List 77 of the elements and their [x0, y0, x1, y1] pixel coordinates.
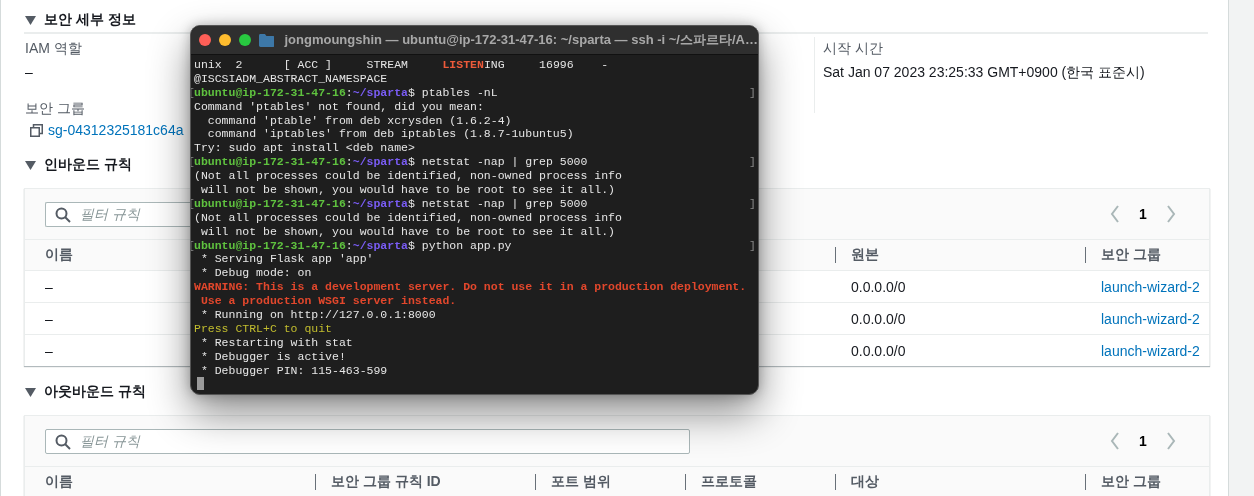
field-value: Sat Jan 07 2023 23:25:33 GMT+0900 (한국 표준시)	[823, 63, 1145, 82]
prompt-mark: ]	[749, 196, 756, 211]
terminal-line: @ISCSIADM_ABSTRACT_NAMESPACE	[194, 71, 388, 85]
zoom-button[interactable]	[238, 34, 251, 46]
minimize-button[interactable]	[218, 34, 231, 46]
column-header[interactable]: 원본	[835, 247, 879, 263]
prompt-mark: [	[191, 196, 195, 211]
prompt-mark: ]	[749, 155, 756, 170]
field-label: IAM 역할	[25, 39, 82, 58]
field-label: 시작 시간	[823, 39, 883, 58]
terminal-line: WARNING: This is a development server. Do not use it in a production deployment.	[194, 280, 747, 294]
column-header[interactable]: 보안 그룹	[1085, 474, 1161, 490]
window-title: jongmoungshin — ubuntu@ip-172-31-47-16: ~/sparta — ssh -i ~/스파르타/A…	[284, 31, 758, 49]
copy-icon[interactable]	[30, 123, 43, 137]
table-cell: 0.0.0.0/0	[851, 278, 906, 295]
terminal-line: ubuntu@ip-172-31-47-16:~/sparta$ python app.py	[194, 238, 512, 252]
section-title: 보안 세부 정보	[44, 11, 136, 29]
table-cell: –	[45, 310, 53, 327]
folder-icon	[258, 33, 275, 47]
column-header[interactable]: 보안 그룹 규칙 ID	[315, 474, 441, 490]
prompt-mark: [	[191, 155, 195, 170]
terminal-line: * Serving Flask app 'app'	[199, 252, 374, 266]
terminal-line: * Debugger is active!	[199, 349, 346, 363]
terminal-line: * Running on http://127.0.0.1:8000	[199, 308, 436, 322]
terminal-line: unix 2 [ ACC ] STREAM LISTENING 16996 -	[194, 58, 609, 71]
close-button[interactable]	[199, 34, 211, 46]
table-cell: –	[45, 342, 53, 359]
chevron-left-icon	[1110, 432, 1120, 450]
prompt-mark: [	[191, 85, 195, 100]
terminal-line: * Debugger PIN: 115-463-599	[199, 363, 388, 377]
prompt-mark: ]	[749, 238, 756, 253]
section-title: 인바운드 규칙	[44, 156, 132, 174]
terminal-line: Use a production WSGI server instead.	[199, 294, 457, 308]
section-title: 아웃바운드 규칙	[44, 383, 146, 401]
table-cell: 0.0.0.0/0	[851, 342, 906, 359]
terminal-line: command 'ptable' from deb xcrysden (1.6.2-4)	[206, 113, 512, 127]
terminal-line: ubuntu@ip-172-31-47-16:~/sparta$ netstat -nap | grep 5000	[194, 155, 588, 169]
terminal-line: (Not all processes could be identified, non-owned process info	[194, 169, 622, 183]
terminal-line: command 'iptables' from deb iptables (1.8.7-1ubuntu5)	[206, 127, 574, 141]
terminal-line: Command 'ptables' not found, did you mean:	[194, 99, 484, 113]
terminal-line: ubuntu@ip-172-31-47-16:~/sparta$ ptables -nL	[194, 85, 498, 99]
chevron-right-icon	[1166, 205, 1176, 223]
column-header[interactable]: 프로토콜	[685, 474, 757, 490]
security-group-link[interactable]: sg-04312325181c64a	[48, 122, 184, 138]
security-group-link[interactable]: launch-wizard-2	[1101, 342, 1200, 359]
page-number[interactable]: 1	[1135, 431, 1151, 451]
terminal-line: * Debug mode: on	[199, 266, 312, 280]
prompt-mark: ]	[749, 85, 756, 100]
filter-field[interactable]: 필터 규칙	[45, 201, 191, 227]
caret-icon[interactable]	[25, 15, 36, 25]
table-cell: 0.0.0.0/0	[851, 310, 906, 327]
table-cell: –	[45, 278, 53, 295]
column-header[interactable]: 포트 범위	[535, 474, 611, 490]
column-header[interactable]: 이름	[25, 474, 73, 490]
search-icon	[55, 433, 71, 450]
chevron-right-icon	[1166, 432, 1176, 450]
terminal-line: will not be shown, you would have to be root to see it all.)	[199, 183, 615, 196]
terminal-line: ubuntu@ip-172-31-47-16:~/sparta$ netstat -nap | grep 5000	[194, 196, 588, 210]
field-label: 보안 그룹	[25, 99, 85, 118]
column-header[interactable]: 보안 그룹	[1085, 247, 1161, 263]
chevron-left-icon	[1110, 205, 1120, 223]
page-number[interactable]: 1	[1135, 204, 1151, 224]
filter-field[interactable]: 필터 규칙	[45, 428, 690, 454]
column-header[interactable]: 대상	[835, 474, 879, 490]
terminal-line: will not be shown, you would have to be root to see it all.)	[199, 224, 615, 238]
terminal-line: * Restarting with stat	[199, 335, 353, 349]
search-icon	[55, 206, 71, 223]
terminal-line: Press CTRL+C to quit	[194, 321, 333, 335]
caret-icon[interactable]	[25, 160, 36, 170]
security-group-link[interactable]: launch-wizard-2	[1101, 310, 1200, 327]
terminal-line: (Not all processes could be identified, non-owned process info	[194, 210, 622, 224]
column-header[interactable]: 이름	[25, 247, 73, 263]
terminal-line: Try: sudo apt install <deb name>	[194, 141, 415, 155]
field-value: –	[25, 63, 33, 82]
prompt-mark: [	[191, 238, 195, 253]
security-group-link[interactable]: launch-wizard-2	[1101, 278, 1200, 295]
caret-icon[interactable]	[25, 387, 36, 397]
